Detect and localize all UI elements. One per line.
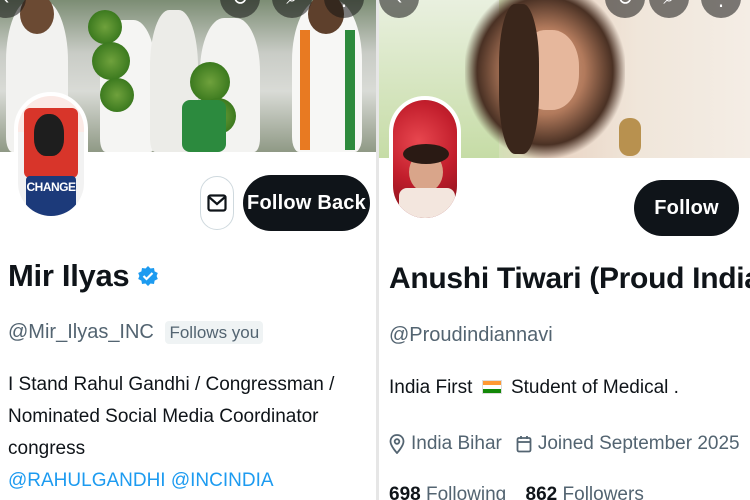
follows-you-badge: Follows you — [165, 321, 264, 344]
right-bio-prefix: India First — [389, 377, 473, 398]
india-flag-icon — [481, 380, 502, 394]
following-count: 698 — [389, 484, 421, 500]
left-profile-panel: ‹ ↻ ⌕ ⋮ CHANGE Follow Back Mir Ilyas @Mi… — [0, 0, 376, 500]
left-bio-line-2: Nominated Social Media Coordinator congr… — [8, 406, 319, 459]
right-handle: @Proudindiannavi — [389, 324, 553, 346]
left-bio-line-1: I Stand Rahul Gandhi / Congressman / — [8, 374, 335, 395]
following-link[interactable]: 698 Following — [389, 484, 512, 500]
followers-label: Followers — [562, 484, 644, 500]
right-bio: India First Student of Medical . — [389, 372, 679, 404]
follow-back-button[interactable]: Follow Back — [243, 175, 370, 231]
calendar-icon — [516, 436, 532, 453]
follow-button[interactable]: Follow — [634, 180, 739, 236]
refresh-icon: ↻ — [232, 0, 249, 11]
location-icon — [389, 434, 405, 454]
followers-link[interactable]: 862 Followers — [526, 484, 644, 500]
right-profile-panel: ‹ ↻ ⌕ ⋮ Follow Anushi Tiwari (Proud Indi… — [379, 0, 750, 500]
left-avatar-text: CHANGE — [26, 180, 76, 194]
verified-icon — [138, 266, 159, 286]
following-label: Following — [425, 484, 507, 500]
left-profile-name: Mir Ilyas — [8, 258, 159, 294]
message-button[interactable] — [200, 176, 234, 230]
more-icon: ⋮ — [711, 0, 731, 11]
right-meta-row: India Bihar Joined September 2025 › — [389, 431, 750, 457]
right-avatar[interactable] — [389, 96, 461, 222]
search-icon: ⌕ — [286, 0, 297, 10]
followers-count: 862 — [525, 484, 558, 500]
refresh-icon: ↻ — [617, 0, 634, 11]
left-name-text: Mir Ilyas — [8, 258, 130, 293]
right-profile-name: Anushi Tiwari (Proud Indian) — [389, 262, 750, 295]
left-avatar[interactable]: CHANGE — [14, 92, 88, 220]
search-icon: ⌕ — [663, 0, 674, 10]
right-stats-row: 698 Following 862 Followers — [389, 484, 644, 500]
right-bio-suffix: Student of Medical . — [510, 377, 679, 398]
left-handle: @Mir_Ilyas_INC — [8, 321, 154, 343]
mail-icon — [207, 194, 227, 212]
left-handle-row: @Mir_Ilyas_INC Follows you — [8, 321, 264, 344]
back-icon: ‹ — [396, 0, 403, 10]
joined-text: Joined September 2025 — [537, 433, 740, 454]
left-bio: I Stand Rahul Gandhi / Congressman / Nom… — [8, 369, 376, 497]
back-icon: ‹ — [3, 0, 10, 10]
left-bio-mentions[interactable]: @RAHULGANDHI @INCINDIA — [8, 465, 376, 497]
more-icon: ⋮ — [334, 0, 354, 11]
location-text: India Bihar — [411, 433, 502, 454]
